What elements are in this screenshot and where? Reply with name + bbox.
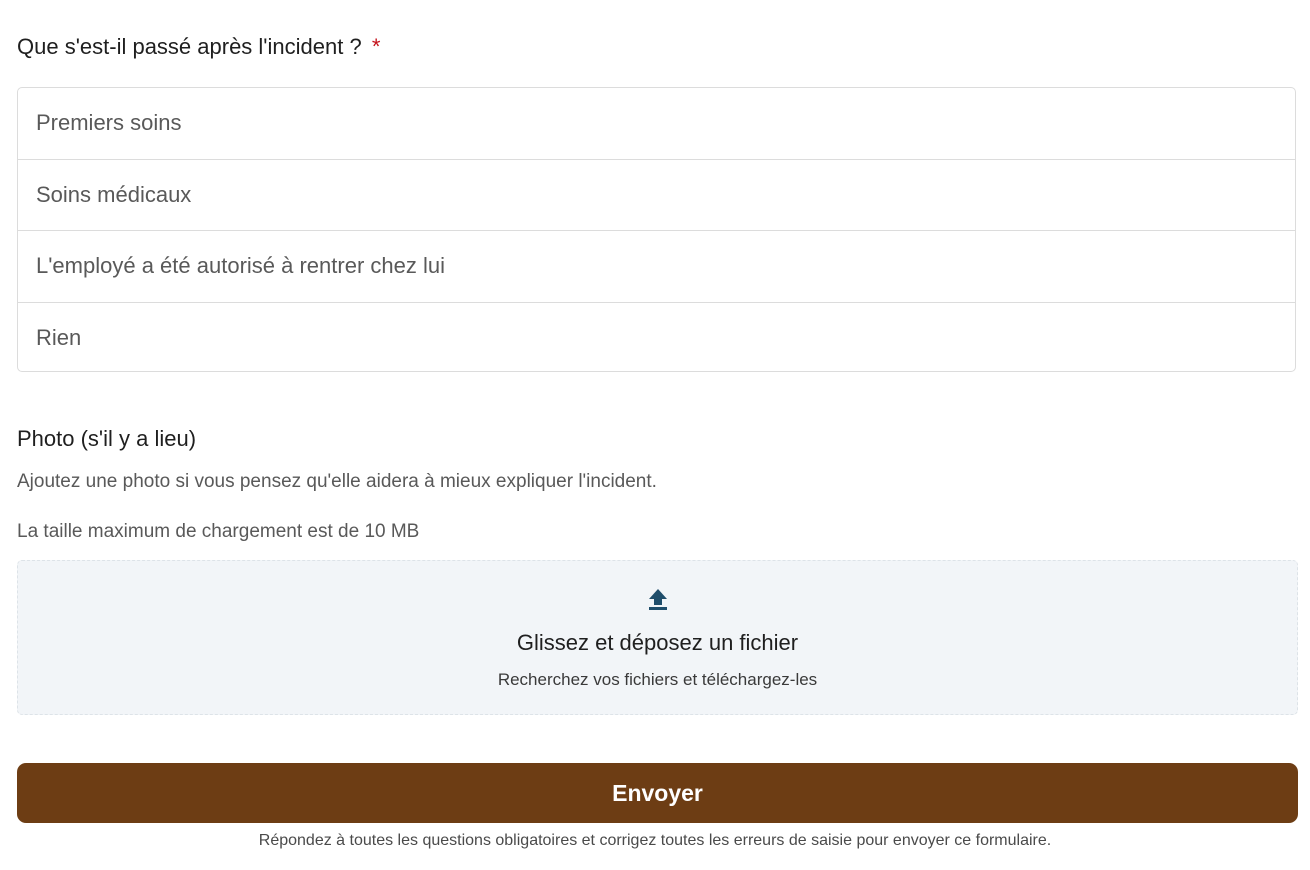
option-label: Premiers soins [36, 110, 182, 136]
required-marker: * [371, 34, 381, 59]
options-list: Premiers soins Soins médicaux L'employé … [17, 87, 1296, 372]
question-text: Que s'est-il passé après l'incident ? [17, 34, 362, 59]
option-sent-home[interactable]: L'employé a été autorisé à rentrer chez … [18, 231, 1295, 303]
submit-button[interactable]: Envoyer [17, 763, 1298, 823]
option-label: Soins médicaux [36, 181, 192, 207]
file-dropzone[interactable]: Glissez et déposez un fichier Recherchez… [17, 560, 1298, 715]
incident-form-page: Que s'est-il passé après l'incident ? * … [0, 0, 1310, 870]
option-label: L'employé a été autorisé à rentrer chez … [36, 253, 445, 279]
photo-size-limit: La taille maximum de chargement est de 1… [17, 521, 420, 542]
question-label: Que s'est-il passé après l'incident ? * [17, 32, 380, 62]
submit-requirements-note: Répondez à toutes les questions obligato… [258, 832, 1052, 849]
option-first-aid[interactable]: Premiers soins [18, 88, 1295, 160]
photo-help-text: Ajoutez une photo si vous pensez qu'elle… [17, 471, 657, 492]
option-medical-care[interactable]: Soins médicaux [18, 160, 1295, 231]
upload-arrow-icon [649, 589, 667, 610]
dropzone-title: Glissez et déposez un fichier [516, 630, 799, 655]
photo-section-title: Photo (s'il y a lieu) [17, 426, 197, 451]
option-label: Rien [36, 325, 82, 351]
option-nothing[interactable]: Rien [18, 303, 1295, 372]
dropzone-browse-link[interactable]: Recherchez vos fichiers et téléchargez-l… [18, 668, 1297, 692]
